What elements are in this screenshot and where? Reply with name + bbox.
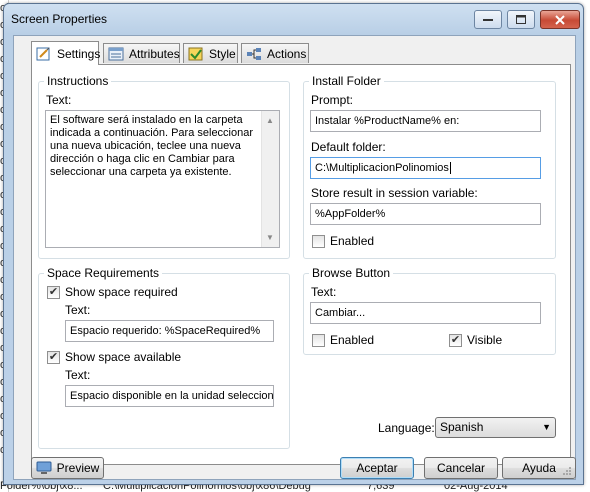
session-variable-label: Store result in session variable: <box>311 186 478 200</box>
show-space-required-checkbox[interactable]: ✔ <box>47 286 60 299</box>
instructions-legend: Instructions <box>44 74 112 88</box>
scroll-down-arrow-icon[interactable]: ▼ <box>266 231 274 244</box>
prompt-input[interactable]: Instalar %ProductName% en: <box>310 110 541 132</box>
required-text-label: Text: <box>65 303 91 317</box>
preview-monitor-icon <box>36 461 52 474</box>
install-folder-group: Install Folder Prompt: Instalar %Product… <box>303 74 556 259</box>
instructions-text-label: Text: <box>46 93 72 107</box>
resize-grip-icon[interactable] <box>562 466 572 476</box>
required-text-input[interactable]: Espacio requerido: %SpaceRequired% <box>65 320 274 342</box>
browse-button-legend: Browse Button <box>309 266 394 280</box>
check-mark-icon: ✔ <box>48 351 59 363</box>
maximize-button[interactable] <box>507 10 535 29</box>
settings-page-icon <box>36 47 52 61</box>
instructions-group: Instructions Text: El software será inst… <box>38 74 290 259</box>
space-requirements-group: Space Requirements ✔ Show space required… <box>38 266 290 449</box>
default-folder-value: C:\MultiplicacionPolinomios <box>315 162 449 174</box>
show-space-available-label: Show space available <box>65 350 182 364</box>
browse-enabled-checkbox[interactable] <box>312 334 325 347</box>
tab-label: Style <box>209 46 236 61</box>
text-cursor <box>449 162 451 174</box>
browse-button-group: Browse Button Text: Cambiar... Enabled ✔… <box>303 266 556 355</box>
install-enabled-label: Enabled <box>330 234 375 248</box>
show-space-required-label: Show space required <box>65 285 178 299</box>
cancel-button[interactable]: Cancelar <box>424 457 498 479</box>
space-requirements-legend: Space Requirements <box>44 266 163 280</box>
dialog-client-area: Settings Attributes Style Actions Instru… <box>13 35 576 480</box>
tab-attributes[interactable]: Attributes <box>103 43 180 63</box>
browse-text-input[interactable]: Cambiar... <box>310 302 541 324</box>
settings-panel: Instructions Text: El software será inst… <box>31 64 571 465</box>
scroll-up-arrow-icon[interactable]: ▲ <box>266 114 274 127</box>
screen-properties-window: Screen Properties Settings Attributes St… <box>3 3 584 485</box>
tab-label: Attributes <box>129 46 180 61</box>
browse-text-label: Text: <box>311 285 337 299</box>
tab-actions[interactable]: Actions <box>241 43 309 63</box>
available-text-label: Text: <box>65 368 91 382</box>
instructions-text-value: El software será instalado en la carpeta… <box>50 114 254 178</box>
window-title: Screen Properties <box>11 12 108 26</box>
instructions-scrollbar[interactable]: ▲ ▼ <box>261 111 279 247</box>
check-mark-icon: ✔ <box>450 334 461 346</box>
prompt-label: Prompt: <box>311 93 354 107</box>
browse-visible-label: Visible <box>467 333 503 347</box>
default-folder-input[interactable]: C:\MultiplicacionPolinomios <box>310 157 541 179</box>
maximize-icon <box>516 15 526 24</box>
check-mark-icon: ✔ <box>48 286 59 298</box>
actions-flow-icon <box>246 47 262 61</box>
browse-visible-checkbox[interactable]: ✔ <box>449 334 462 347</box>
accept-button[interactable]: Aceptar <box>340 457 414 479</box>
show-space-available-checkbox[interactable]: ✔ <box>47 351 60 364</box>
minimize-icon <box>483 18 493 21</box>
attributes-list-icon <box>108 47 124 61</box>
default-folder-label: Default folder: <box>311 140 386 154</box>
install-enabled-checkbox[interactable] <box>312 235 325 248</box>
style-palette-icon <box>188 47 204 61</box>
browse-enabled-label: Enabled <box>330 333 375 347</box>
tab-label: Settings <box>57 46 101 61</box>
tab-style[interactable]: Style <box>183 43 238 63</box>
available-text-input[interactable]: Espacio disponible en la unidad seleccio… <box>65 385 274 407</box>
preview-button[interactable]: Preview <box>31 457 104 479</box>
close-icon <box>555 14 565 25</box>
preview-label: Preview <box>56 461 100 475</box>
language-value: Spanish <box>440 420 484 434</box>
language-select[interactable]: Spanish ▼ <box>435 417 556 438</box>
dropdown-arrow-icon: ▼ <box>542 422 551 432</box>
tab-label: Actions <box>267 46 307 61</box>
install-folder-legend: Install Folder <box>309 74 384 88</box>
minimize-button[interactable] <box>474 10 502 29</box>
tab-settings[interactable]: Settings <box>31 41 101 65</box>
language-label: Language: <box>378 421 435 435</box>
instructions-textarea[interactable]: El software será instalado en la carpeta… <box>45 110 280 248</box>
session-variable-input[interactable]: %AppFolder% <box>310 203 541 225</box>
close-button[interactable] <box>540 10 580 29</box>
